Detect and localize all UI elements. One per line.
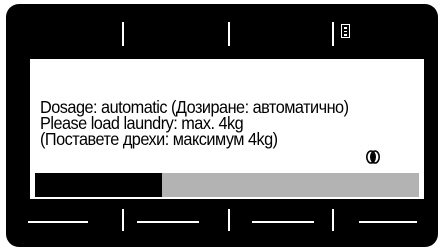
- appliance-display-panel: Dosage: automatic (Дозиране: автоматично…: [6, 4, 438, 247]
- top-divider-1: [122, 22, 124, 46]
- bottom-divider-2: [228, 209, 230, 231]
- lcd-screen: Dosage: automatic (Дозиране: автоматично…: [30, 59, 424, 199]
- softkey-3[interactable]: [252, 221, 314, 223]
- softkey-4[interactable]: [359, 221, 417, 223]
- top-divider-3: [332, 22, 334, 46]
- laundry-load-icon: [366, 150, 380, 164]
- softkey-1[interactable]: [28, 221, 88, 223]
- top-softkey-bar: [6, 4, 438, 52]
- bottom-divider-3: [332, 209, 334, 231]
- status-message: Dosage: automatic (Дозиране: автоматично…: [40, 98, 403, 149]
- top-divider-2: [228, 22, 230, 46]
- progress-bar-fill: [35, 173, 162, 197]
- bottom-softkey-bar: [6, 199, 438, 247]
- load-laundry-translation-line: (Поставете дрехи: максимум 4kg): [40, 129, 278, 149]
- menu-list-icon[interactable]: [341, 24, 350, 38]
- progress-bar: [35, 173, 419, 197]
- softkey-2[interactable]: [137, 221, 199, 223]
- bottom-divider-1: [122, 209, 124, 231]
